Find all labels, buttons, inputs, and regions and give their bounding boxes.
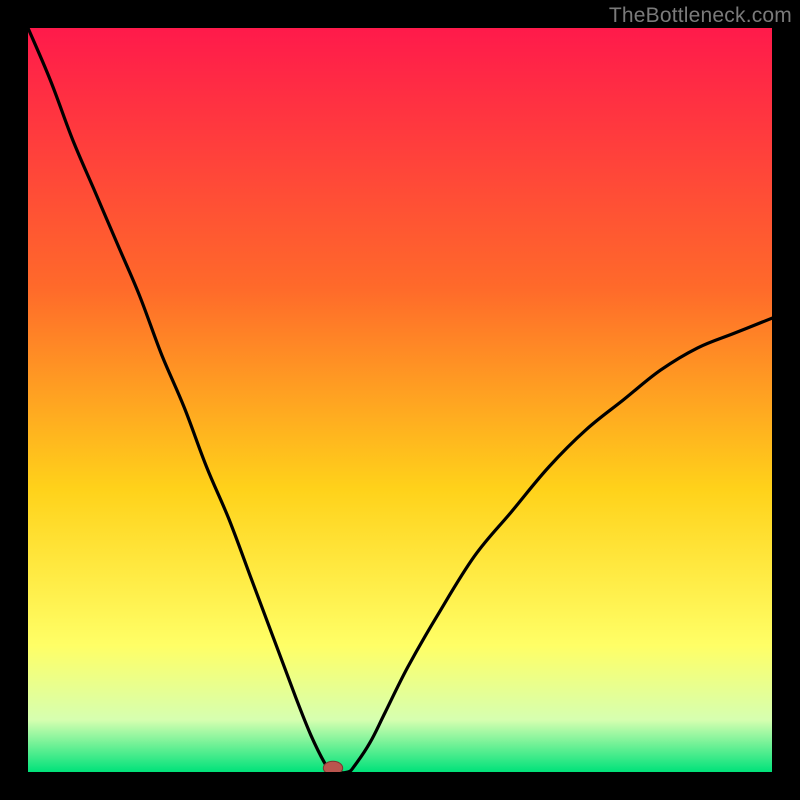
- chart-frame: [28, 28, 772, 772]
- optimal-point-marker: [323, 761, 342, 772]
- watermark-text: TheBottleneck.com: [609, 4, 792, 28]
- bottleneck-chart: [28, 28, 772, 772]
- gradient-background: [28, 28, 772, 772]
